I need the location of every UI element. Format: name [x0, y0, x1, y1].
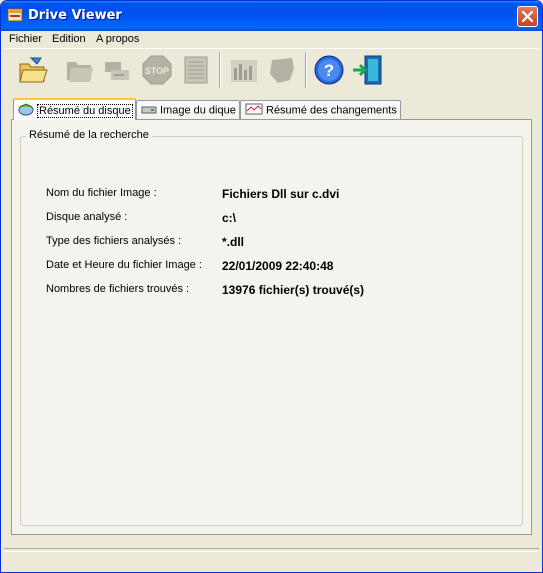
info-row: Type des fichiers analysés : *.dll — [46, 235, 516, 251]
map-button[interactable] — [265, 53, 299, 87]
disk-icon — [18, 102, 34, 119]
stop-button[interactable]: STOP — [140, 53, 174, 87]
info-row: Nom du fichier Image : Fichiers Dll sur … — [46, 187, 516, 203]
tab-resume-changements[interactable]: Résumé des changements — [240, 100, 401, 119]
exit-button[interactable] — [350, 53, 384, 87]
tab-resume-disque[interactable]: Résumé du disque — [13, 98, 136, 120]
menu-edition[interactable]: Edition — [52, 33, 86, 45]
list-icon — [184, 56, 208, 84]
tab-strip: Résumé du disque Image du dique Résumé d… — [11, 98, 531, 120]
status-bar — [4, 548, 539, 570]
menu-bar: Fichier Edition A propos — [4, 31, 539, 49]
chart-button[interactable] — [227, 53, 261, 87]
stop-icon-text: STOP — [145, 66, 169, 76]
tab-image-disque[interactable]: Image du dique — [136, 100, 240, 119]
row-value: 22/01/2009 22:40:48 — [222, 259, 334, 273]
row-label: Disque analysé : — [46, 211, 128, 223]
search-summary-group: Résumé de la recherche Nom du fichier Im… — [20, 129, 523, 526]
list-button[interactable] — [179, 53, 213, 87]
row-label: Nombres de fichiers trouvés : — [46, 283, 190, 295]
toolbar-separator — [305, 52, 307, 88]
map-icon — [270, 58, 294, 83]
help-icon-text: ? — [324, 61, 334, 80]
changes-icon — [245, 103, 263, 118]
chart-icon — [231, 60, 257, 82]
app-icon[interactable] — [7, 7, 23, 23]
drive-scan-button[interactable] — [100, 53, 134, 87]
group-title: Résumé de la recherche — [26, 129, 152, 141]
row-value: 13976 fichier(s) trouvé(s) — [222, 283, 365, 297]
info-row: Date et Heure du fichier Image : 22/01/2… — [46, 259, 516, 275]
menu-a-propos[interactable]: A propos — [96, 33, 139, 45]
row-value: Fichiers Dll sur c.dvi — [222, 187, 340, 201]
open-button[interactable] — [16, 53, 50, 87]
stop-icon: STOP — [142, 55, 172, 85]
close-button[interactable] — [517, 6, 538, 27]
help-icon: ? — [314, 55, 344, 85]
row-label: Nom du fichier Image : — [46, 187, 157, 199]
window-title: Drive Viewer — [28, 8, 122, 23]
row-label: Type des fichiers analysés : — [46, 235, 182, 247]
menu-fichier[interactable]: Fichier — [9, 33, 42, 45]
toolbar-separator — [219, 52, 221, 88]
tab-panel: Résumé de la recherche Nom du fichier Im… — [11, 119, 532, 535]
tab-label: Résumé du disque — [37, 103, 133, 118]
toolbar: STOP ? — [4, 50, 539, 90]
tab-label: Résumé des changements — [266, 104, 397, 117]
help-button[interactable]: ? — [312, 53, 346, 87]
app-window: Drive Viewer Fichier Edition A propos ST… — [0, 0, 543, 573]
folders-icon — [67, 62, 93, 82]
row-label: Date et Heure du fichier Image : — [46, 259, 202, 271]
row-value: *.dll — [222, 235, 245, 249]
status-panel — [5, 551, 538, 569]
row-value: c:\ — [222, 211, 237, 225]
open-icon — [19, 57, 48, 83]
close-icon — [521, 10, 534, 23]
info-row: Nombres de fichiers trouvés : 13976 fich… — [46, 283, 516, 299]
drive-scan-icon — [105, 62, 129, 80]
exit-icon — [353, 55, 382, 85]
info-row: Disque analysé : c:\ — [46, 211, 516, 227]
folders-button[interactable] — [62, 53, 96, 87]
drive-icon — [141, 103, 157, 118]
tab-label: Image du dique — [160, 104, 236, 117]
title-bar[interactable]: Drive Viewer — [1, 1, 542, 31]
